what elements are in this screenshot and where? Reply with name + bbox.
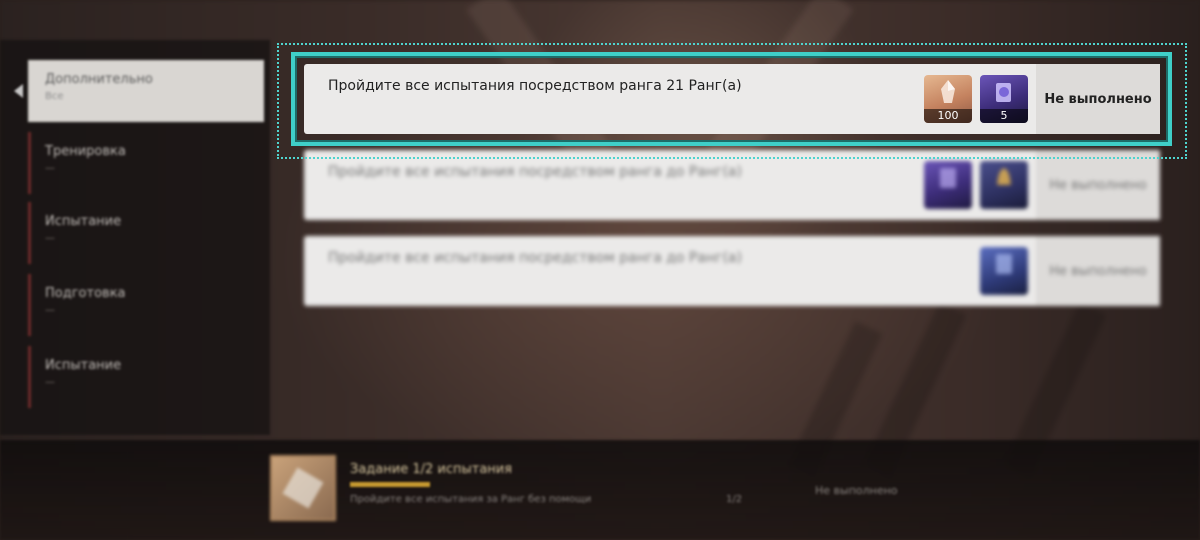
bottom-status: Не выполнено [815, 484, 898, 497]
bottom-bar [0, 440, 1200, 540]
reward-item[interactable] [980, 247, 1028, 295]
tome-icon [980, 247, 1028, 281]
bottom-title: Задание 1/2 испытания [350, 462, 513, 477]
sidebar-item-subtitle: Все [45, 91, 64, 102]
sidebar-item-subtitle: — [45, 163, 55, 174]
challenge-row-1[interactable]: Пройдите все испытания посредством ранга… [304, 150, 1160, 220]
sidebar-item-title: Испытание [45, 214, 122, 229]
sidebar-item-title: Подготовка [45, 286, 126, 301]
sidebar-item-title: Тренировка [45, 144, 126, 159]
challenge-status: Не выполнено [1036, 64, 1160, 134]
sidebar-item-subtitle: — [45, 377, 55, 388]
sidebar: Дополнительно Все Тренировка — Испытание… [0, 40, 270, 435]
sidebar-item-subtitle: — [45, 305, 55, 316]
reward-item[interactable]: 5 [980, 75, 1028, 123]
reward-item[interactable] [924, 161, 972, 209]
challenge-status: Не выполнено [1036, 150, 1160, 220]
sidebar-item-3[interactable]: Подготовка — [28, 274, 264, 336]
reward-item[interactable] [980, 161, 1028, 209]
tome-icon [924, 161, 972, 195]
bottom-progress-bar [350, 482, 430, 487]
tome-icon [980, 75, 1028, 109]
challenge-status: Не выполнено [1036, 236, 1160, 306]
bell-icon [980, 161, 1028, 195]
reward-quantity: 5 [980, 109, 1028, 123]
sidebar-item-4[interactable]: Испытание — [28, 346, 264, 408]
reward-quantity: 100 [924, 109, 972, 123]
challenge-description: Пройдите все испытания посредством ранга… [328, 78, 742, 94]
challenge-row-2[interactable]: Пройдите все испытания посредством ранга… [304, 236, 1160, 306]
bottom-count: 1/2 [726, 494, 743, 505]
sidebar-item-0[interactable]: Дополнительно Все [28, 60, 264, 122]
crystal-icon [924, 75, 972, 109]
sidebar-item-1[interactable]: Тренировка — [28, 132, 264, 194]
challenge-description: Пройдите все испытания посредством ранга… [328, 250, 742, 266]
sidebar-item-title: Дополнительно [45, 72, 153, 87]
reward-item[interactable]: 100 [924, 75, 972, 123]
sidebar-item-subtitle: — [45, 233, 55, 244]
challenge-description: Пройдите все испытания посредством ранга… [328, 164, 742, 180]
challenge-row-0[interactable]: Пройдите все испытания посредством ранга… [304, 64, 1160, 134]
sidebar-item-2[interactable]: Испытание — [28, 202, 264, 264]
back-arrow-icon[interactable] [14, 84, 23, 98]
achievement-icon [270, 455, 336, 521]
sidebar-item-title: Испытание [45, 358, 122, 373]
bottom-description: Пройдите все испытания за Ранг без помощ… [350, 494, 592, 505]
